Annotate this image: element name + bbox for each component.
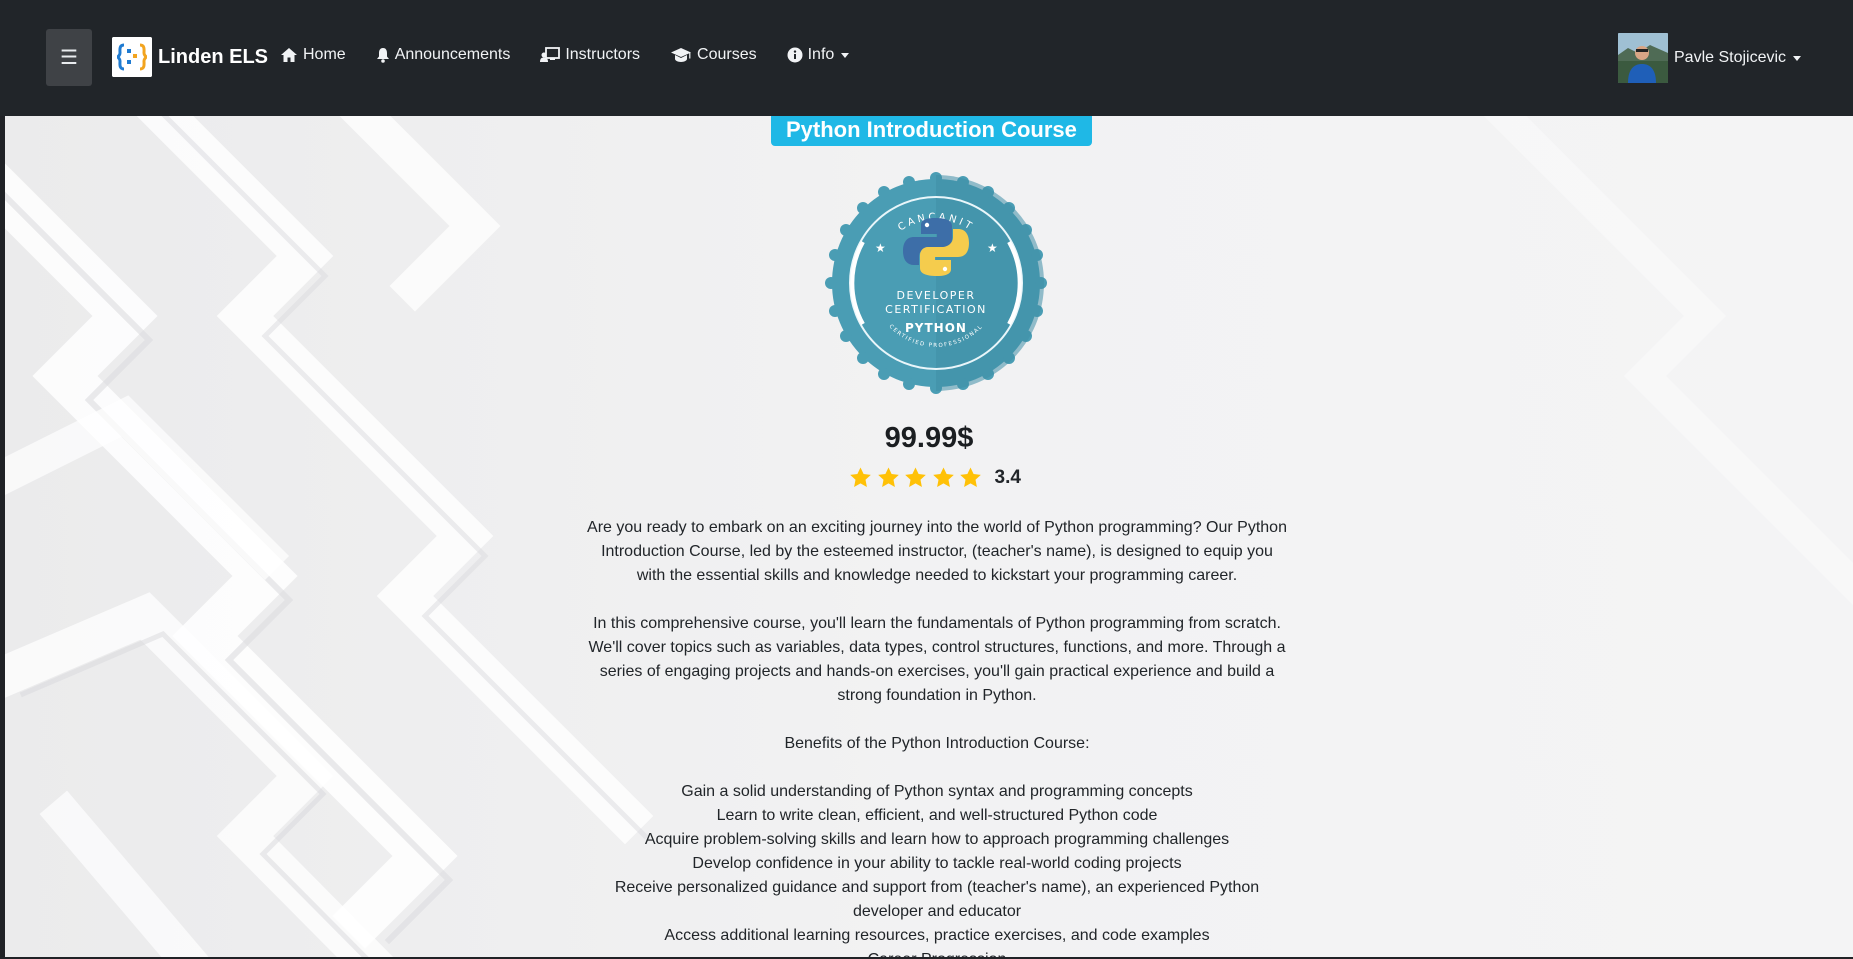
star-icon bbox=[850, 467, 871, 487]
svg-text:★: ★ bbox=[875, 241, 886, 255]
course-price: 99.99$ bbox=[884, 422, 974, 454]
badge-line-1: DEVELOPER bbox=[896, 289, 975, 302]
user-menu-dropdown[interactable]: Pavle Stojicevic bbox=[1618, 33, 1802, 83]
svg-text:★: ★ bbox=[987, 241, 998, 255]
home-icon bbox=[281, 48, 297, 62]
nav-link-home[interactable]: Home bbox=[280, 46, 346, 64]
star-icon bbox=[877, 467, 899, 487]
list-item: Receive personalized guidance and suppor… bbox=[614, 879, 1260, 920]
avatar bbox=[1618, 33, 1668, 83]
description-intro: Are you ready to embark on an exciting j… bbox=[587, 519, 1287, 584]
nav-link-label: Info bbox=[807, 46, 835, 63]
user-name: Pavle Stojicevic bbox=[1674, 49, 1787, 66]
star-icon bbox=[960, 467, 981, 487]
hamburger-icon: ☰ bbox=[60, 47, 78, 69]
brand-name: Linden ELS bbox=[158, 45, 268, 68]
rating-value: 3.4 bbox=[994, 467, 1021, 488]
nav-link-label: Courses bbox=[697, 46, 757, 63]
chevron-down-icon bbox=[841, 52, 850, 58]
benefits-heading: Benefits of the Python Introduction Cour… bbox=[784, 735, 1090, 752]
course-rating: 3.4 bbox=[848, 466, 1021, 490]
list-item: Develop confidence in your ability to ta… bbox=[692, 855, 1182, 872]
nav-link-label: Announcements bbox=[394, 46, 511, 63]
nav-link-instructors[interactable]: Instructors bbox=[540, 46, 640, 64]
star-icon bbox=[905, 467, 926, 487]
benefits-list: Gain a solid understanding of Python syn… bbox=[585, 780, 1289, 957]
main-nav: Home Announcements Instructors Courses I… bbox=[280, 46, 879, 64]
badge-line-3: PYTHON bbox=[905, 321, 967, 335]
info-circle-icon bbox=[787, 47, 803, 63]
course-detail-page: Python Introduction Course CANCANIT ★ ★ … bbox=[5, 116, 1853, 957]
list-item: Learn to write clean, efficient, and wel… bbox=[716, 807, 1158, 824]
nav-link-label: Home bbox=[303, 46, 346, 63]
bell-icon bbox=[376, 48, 389, 63]
brand-logo-icon bbox=[112, 37, 152, 77]
course-content: Python Introduction Course CANCANIT ★ ★ … bbox=[5, 116, 1853, 957]
star-icon bbox=[932, 467, 954, 487]
chevron-down-icon bbox=[1793, 55, 1802, 61]
top-navbar: ☰ Linden ELS Home Announcements Instruct bbox=[0, 0, 1853, 116]
list-item: Gain a solid understanding of Python syn… bbox=[681, 783, 1193, 800]
nav-link-label: Instructors bbox=[565, 46, 641, 63]
list-item: Career Progression bbox=[585, 948, 1289, 957]
nav-link-courses[interactable]: Courses bbox=[670, 46, 757, 64]
description-paragraph: In this comprehensive course, you'll lea… bbox=[588, 615, 1286, 704]
badge-line-2: CERTIFICATION bbox=[885, 303, 987, 316]
course-description: Are you ready to embark on an exciting j… bbox=[585, 516, 1289, 957]
course-title: Python Introduction Course bbox=[771, 116, 1092, 146]
graduation-cap-icon bbox=[671, 48, 692, 62]
sidebar-toggle-button[interactable]: ☰ bbox=[46, 29, 92, 86]
nav-link-announcements[interactable]: Announcements bbox=[376, 46, 511, 64]
list-item: Access additional learning resources, pr… bbox=[664, 927, 1210, 944]
python-certification-badge: CANCANIT ★ ★ DEVELOPER CERTIFICATION PYT… bbox=[823, 170, 1049, 396]
list-item: Acquire problem-solving skills and learn… bbox=[644, 831, 1230, 848]
chalkboard-teacher-icon bbox=[540, 47, 561, 62]
nav-dropdown-info[interactable]: Info bbox=[787, 46, 850, 64]
brand-link[interactable]: Linden ELS bbox=[112, 37, 268, 77]
